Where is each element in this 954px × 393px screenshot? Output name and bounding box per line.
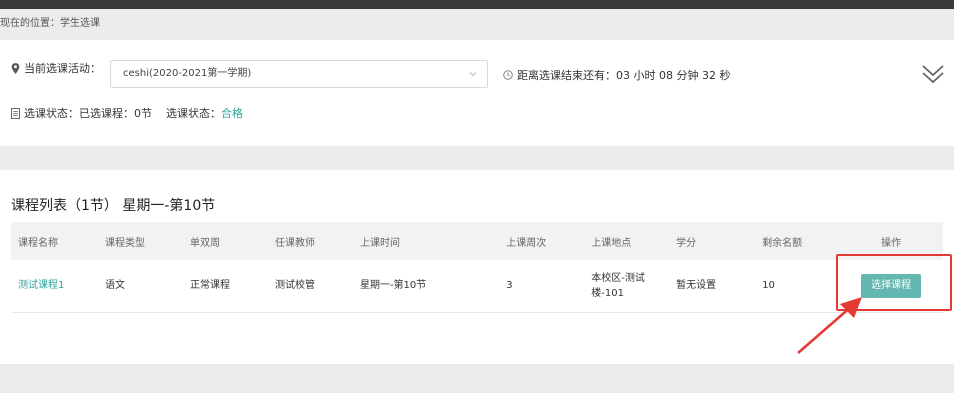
activity-panel: 当前选课活动： ceshi(2020-2021第一学期) 距离选课结束还有：03…: [0, 40, 954, 146]
header-remaining: 剩余名额: [762, 237, 803, 249]
double-chevron-down-icon[interactable]: [921, 62, 945, 86]
countdown-text: 距离选课结束还有：03 小时 08 分钟 32 秒: [517, 69, 731, 82]
header-location: 上课地点: [591, 237, 632, 249]
header-teacher: 任课教师: [274, 237, 315, 249]
chevron-down-icon: [469, 72, 477, 77]
table-header-row: 课程名称 课程类型 单双周 任课教师 上课时间 上课周次 上课地点 学分 剩余名…: [11, 222, 943, 260]
red-arrow-annotation: [797, 297, 862, 354]
selected-count: 选课状态：已选课程：0节: [24, 107, 152, 120]
header-course-name: 课程名称: [18, 237, 58, 249]
status-badge: 合格: [221, 107, 243, 120]
course-type: 语文: [104, 280, 125, 292]
clock-icon: [503, 70, 513, 80]
course-location: 本校区-测试楼-101: [591, 272, 645, 299]
header-week-type: 单双周: [189, 237, 220, 249]
countdown: 距离选课结束还有：03 小时 08 分钟 32 秒: [503, 67, 730, 83]
course-week-type: 正常课程: [189, 280, 230, 292]
course-name-link[interactable]: 测试课程1: [18, 280, 64, 291]
course-list-title: 课程列表（1节） 星期一-第10节: [11, 198, 216, 214]
header-course-type: 课程类型: [104, 237, 145, 249]
header-credit: 学分: [676, 237, 697, 249]
breadcrumb: 现在的位置：学生选课: [0, 18, 100, 29]
location-pin-icon: [11, 62, 20, 74]
status-label: 选课状态：: [166, 107, 221, 120]
activity-select[interactable]: ceshi(2020-2021第一学期): [110, 60, 488, 88]
status-row: 选课状态：已选课程：0节 选课状态： 合格: [11, 105, 243, 121]
activity-row: 当前选课活动：: [11, 60, 101, 76]
document-icon: [11, 107, 20, 119]
course-credit: 暂无设置: [676, 280, 717, 292]
top-bar: [0, 0, 954, 9]
course-teacher: 测试校管: [274, 280, 315, 292]
activity-select-value: ceshi(2020-2021第一学期): [123, 68, 252, 79]
activity-label: 当前选课活动：: [24, 62, 101, 75]
header-time: 上课时间: [359, 237, 400, 249]
course-weeks: 3: [506, 280, 513, 292]
header-weeks: 上课周次: [506, 237, 547, 249]
course-time: 星期一-第10节: [359, 280, 427, 292]
